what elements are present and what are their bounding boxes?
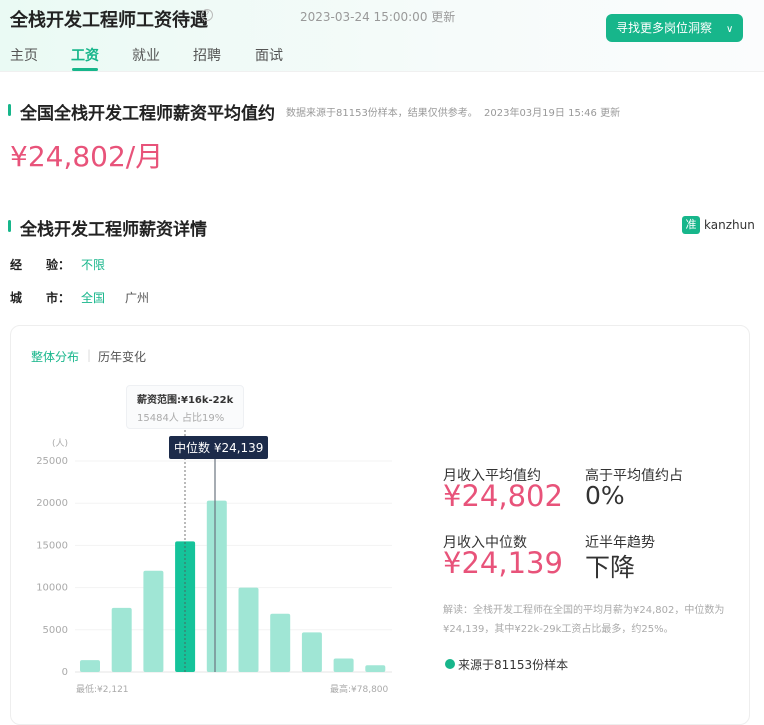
experience-option[interactable]: 不限	[81, 256, 105, 273]
city-option-guangzhou[interactable]: 广州	[125, 289, 149, 306]
histogram-bar[interactable]	[238, 587, 259, 672]
interpretation: 解读：全栈开发工程师在全国的平均月薪为¥24,802，中位数为¥24,139，其…	[443, 605, 725, 635]
histogram-bar[interactable]	[206, 500, 227, 672]
experience-label: 经 验：	[10, 258, 71, 272]
tab-history[interactable]: 历年变化	[98, 348, 146, 365]
average-title: 全国全栈开发工程师薪资平均值约	[20, 104, 275, 124]
more-insights-button[interactable]: 寻找更多岗位洞察 ∨	[606, 14, 743, 42]
average-note: 数据来源于81153份样本，结果仅供参考。	[286, 108, 478, 119]
y-tick-label: 25000	[36, 456, 68, 467]
chevron-down-icon: ∨	[726, 24, 734, 35]
max-label: 最高:¥78,800	[330, 685, 389, 695]
y-tick-label: 20000	[36, 498, 68, 509]
average-salary: ¥24,802/月	[10, 140, 164, 173]
tab-salary[interactable]: 工资	[71, 45, 99, 65]
histogram-bar[interactable]	[365, 665, 386, 672]
median-tag: 中位数 ¥24,139	[169, 436, 269, 459]
section-marker	[8, 220, 11, 232]
y-tick-label: 0	[62, 667, 68, 678]
histogram-bar[interactable]	[111, 607, 132, 672]
tab-home[interactable]: 主页	[10, 45, 38, 65]
page-title: 全栈开发工程师工资待遇	[10, 10, 208, 31]
tab-recruit[interactable]: 招聘	[193, 45, 221, 65]
pie-chart-icon	[445, 659, 455, 669]
median-value: ¥24,139	[443, 546, 563, 580]
city-option-national[interactable]: 全国	[81, 289, 105, 306]
city-label: 城 市：	[10, 291, 71, 305]
tooltip: 薪资范围:¥16k-22k 15484人 占比19%	[126, 385, 244, 429]
detail-title: 全栈开发工程师薪资详情	[20, 220, 207, 240]
histogram-bar[interactable]	[333, 658, 354, 672]
brand-name: kanzhun	[704, 218, 755, 232]
average-updated: 2023年03月19日 15:46 更新	[484, 108, 621, 119]
y-tick-label: 15000	[36, 540, 68, 551]
tab-overall[interactable]: 整体分布	[31, 348, 79, 365]
trend-value: 下降	[585, 553, 636, 582]
more-insights-label: 寻找更多岗位洞察	[616, 21, 713, 35]
active-tab-indicator	[72, 68, 98, 71]
y-tick-label: 5000	[43, 625, 68, 636]
kanzhun-logo-icon: 准	[682, 216, 700, 234]
tab-employment[interactable]: 就业	[132, 45, 160, 65]
min-label: 最低:¥2,121	[76, 685, 129, 695]
tab-divider: |	[87, 348, 92, 362]
histogram-bar[interactable]	[301, 632, 322, 672]
tooltip-title: 薪资范围:¥16k-22k	[137, 395, 234, 406]
avg-value: ¥24,802	[443, 479, 563, 513]
section-marker	[8, 104, 11, 116]
update-time: 2023-03-24 15:00:00 更新	[300, 10, 456, 24]
tooltip-sub: 15484人 占比19%	[137, 413, 225, 424]
help-icon[interactable]: ?	[201, 9, 213, 21]
sample-source: 来源于81153份样本	[458, 658, 569, 672]
histogram-bar[interactable]	[143, 570, 164, 672]
tab-interview[interactable]: 面试	[255, 45, 283, 65]
histogram-bar[interactable]	[270, 613, 291, 672]
y-axis-unit: (人)	[52, 438, 68, 449]
histogram-bar[interactable]	[80, 660, 100, 672]
y-tick-label: 10000	[36, 583, 68, 594]
above-value: 0%	[585, 481, 625, 510]
